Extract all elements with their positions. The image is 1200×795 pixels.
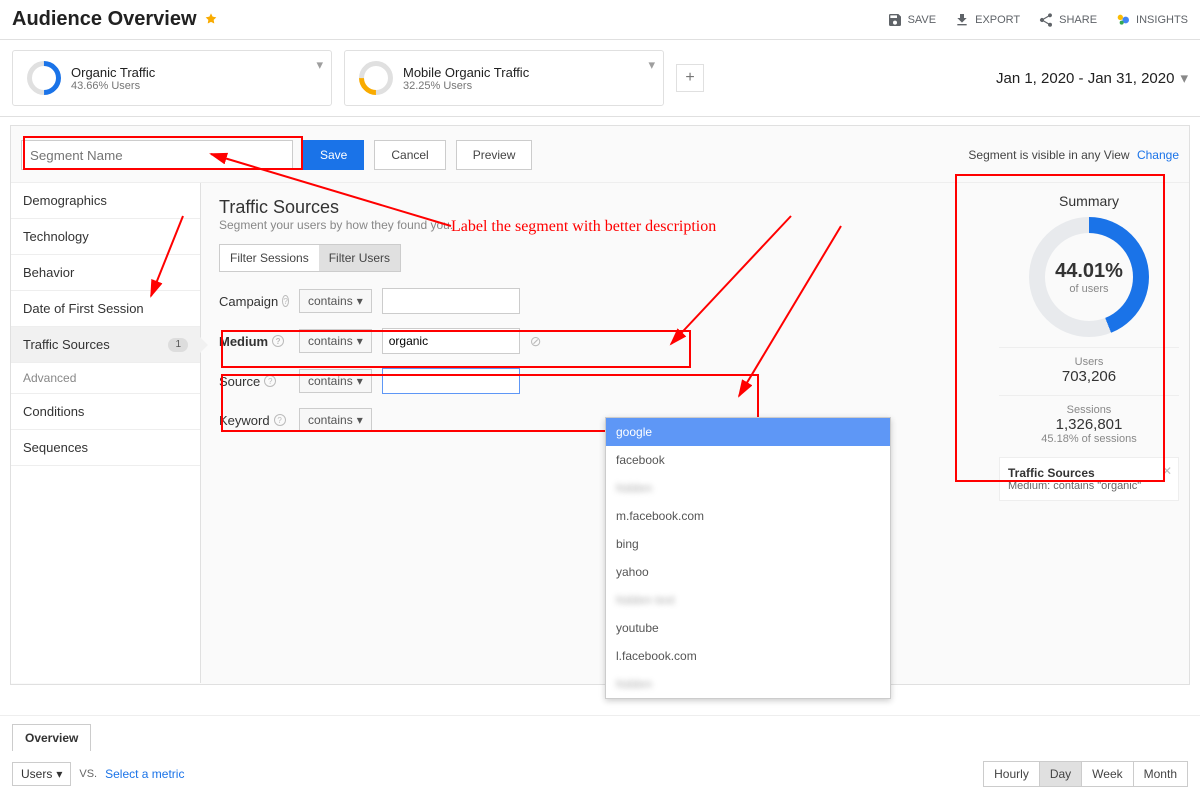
segment-title: Mobile Organic Traffic	[403, 65, 529, 80]
close-icon[interactable]: ✕	[1162, 464, 1172, 478]
time-hourly-button[interactable]: Hourly	[984, 762, 1040, 786]
dropdown-option[interactable]: google	[606, 418, 890, 446]
cancel-button[interactable]: Cancel	[374, 140, 445, 170]
time-month-button[interactable]: Month	[1134, 762, 1187, 786]
nav-conditions[interactable]: Conditions	[11, 394, 200, 430]
nav-badge: 1	[168, 338, 188, 352]
panel-title: Traffic Sources	[219, 197, 971, 218]
share-icon	[1038, 12, 1054, 28]
dropdown-option[interactable]: bing	[606, 530, 890, 558]
filter-row-source: Source? contains ▾	[219, 368, 971, 394]
medium-input[interactable]	[382, 328, 520, 354]
filter-row-campaign: Campaign? contains ▾	[219, 288, 971, 314]
save-button[interactable]: Save	[303, 140, 364, 170]
nav-behavior[interactable]: Behavior	[11, 255, 200, 291]
time-week-button[interactable]: Week	[1082, 762, 1133, 786]
contains-dropdown[interactable]: contains ▾	[299, 369, 372, 393]
dropdown-option[interactable]: hidden	[606, 670, 890, 698]
filter-sessions-button[interactable]: Filter Sessions	[220, 245, 319, 271]
segment-card-organic[interactable]: Organic Traffic 43.66% Users ▾	[12, 50, 332, 106]
caret-down-icon: ▾	[56, 767, 62, 781]
donut-icon	[20, 54, 68, 102]
nav-first-session[interactable]: Date of First Session	[11, 291, 200, 327]
export-action[interactable]: EXPORT	[954, 12, 1020, 28]
users-dropdown[interactable]: Users ▾	[12, 762, 71, 786]
tab-overview[interactable]: Overview	[12, 724, 91, 751]
segment-sub: 32.25% Users	[403, 80, 529, 92]
dropdown-option[interactable]: facebook	[606, 446, 890, 474]
source-input[interactable]	[382, 368, 520, 394]
dropdown-option[interactable]: hidden	[606, 474, 890, 502]
dropdown-option[interactable]: hidden text	[606, 586, 890, 614]
date-range-picker[interactable]: Jan 1, 2020 - Jan 31, 2020 ▾	[996, 69, 1188, 87]
summary-of-users: of users	[1055, 283, 1123, 295]
segment-card-mobile-organic[interactable]: Mobile Organic Traffic 32.25% Users ▾	[344, 50, 664, 106]
summary-donut-chart: 44.01% of users	[1029, 217, 1149, 337]
contains-dropdown[interactable]: contains ▾	[299, 408, 372, 432]
dropdown-option[interactable]: youtube	[606, 614, 890, 642]
export-icon	[954, 12, 970, 28]
segment-sub: 43.66% Users	[71, 80, 155, 92]
share-action[interactable]: SHARE	[1038, 12, 1097, 28]
chevron-down-icon[interactable]: ▾	[648, 57, 655, 73]
summary-panel: Summary 44.01% of users Users 703,206 Se…	[989, 183, 1189, 683]
page-title: Audience Overview	[12, 8, 197, 31]
traffic-sources-condition: Traffic Sources Medium: contains "organi…	[999, 457, 1179, 501]
change-link[interactable]: Change	[1137, 148, 1179, 162]
filter-row-medium: Medium? contains ▾ ⊘	[219, 328, 971, 354]
insights-action[interactable]: INSIGHTS	[1115, 12, 1188, 28]
summary-users-value: 703,206	[999, 368, 1179, 385]
caret-down-icon: ▾	[357, 413, 363, 427]
campaign-input[interactable]	[382, 288, 520, 314]
caret-down-icon: ▾	[357, 294, 363, 308]
select-metric-link[interactable]: Select a metric	[105, 767, 184, 781]
clear-icon[interactable]: ⊘	[530, 333, 542, 350]
dropdown-option[interactable]: yahoo	[606, 558, 890, 586]
filter-users-button[interactable]: Filter Users	[319, 245, 400, 271]
nav-traffic-sources[interactable]: Traffic Sources 1	[11, 327, 200, 363]
vs-label: VS.	[79, 768, 97, 780]
nav-demographics[interactable]: Demographics	[11, 183, 200, 219]
preview-button[interactable]: Preview	[456, 140, 533, 170]
donut-icon	[352, 54, 400, 102]
caret-down-icon: ▾	[1180, 69, 1188, 87]
source-dropdown[interactable]: google facebook hidden m.facebook.com bi…	[605, 417, 891, 699]
verified-icon	[203, 12, 219, 28]
panel-sub: Segment your users by how they found you…	[219, 218, 971, 232]
segment-title: Organic Traffic	[71, 65, 155, 80]
help-icon[interactable]: ?	[264, 375, 276, 387]
save-action[interactable]: SAVE	[887, 12, 937, 28]
summary-sessions-value: 1,326,801	[999, 416, 1179, 433]
nav-sequences[interactable]: Sequences	[11, 430, 200, 466]
left-nav: Demographics Technology Behavior Date of…	[11, 183, 201, 683]
dropdown-option[interactable]: l.facebook.com	[606, 642, 890, 670]
main-panel: Traffic Sources Segment your users by ho…	[201, 183, 989, 683]
dropdown-option[interactable]: m.facebook.com	[606, 502, 890, 530]
contains-dropdown[interactable]: contains ▾	[299, 289, 372, 313]
chevron-down-icon[interactable]: ▾	[316, 57, 323, 73]
summary-percent: 44.01%	[1055, 260, 1123, 283]
nav-technology[interactable]: Technology	[11, 219, 200, 255]
filter-toggle: Filter Sessions Filter Users	[219, 244, 401, 272]
add-segment-button[interactable]: +	[676, 64, 704, 92]
view-note: Segment is visible in any View Change	[968, 148, 1179, 162]
nav-advanced-label: Advanced	[11, 363, 200, 394]
time-granularity-group: Hourly Day Week Month	[983, 761, 1188, 787]
segment-name-input[interactable]	[21, 140, 293, 170]
save-icon	[887, 12, 903, 28]
help-icon[interactable]: ?	[272, 335, 284, 347]
insights-icon	[1115, 12, 1131, 28]
caret-down-icon: ▾	[357, 334, 363, 348]
contains-dropdown[interactable]: contains ▾	[299, 329, 372, 353]
help-icon[interactable]: ?	[274, 414, 286, 426]
help-icon[interactable]: ?	[282, 295, 289, 307]
summary-title: Summary	[999, 193, 1179, 209]
time-day-button[interactable]: Day	[1040, 762, 1082, 786]
caret-down-icon: ▾	[357, 374, 363, 388]
